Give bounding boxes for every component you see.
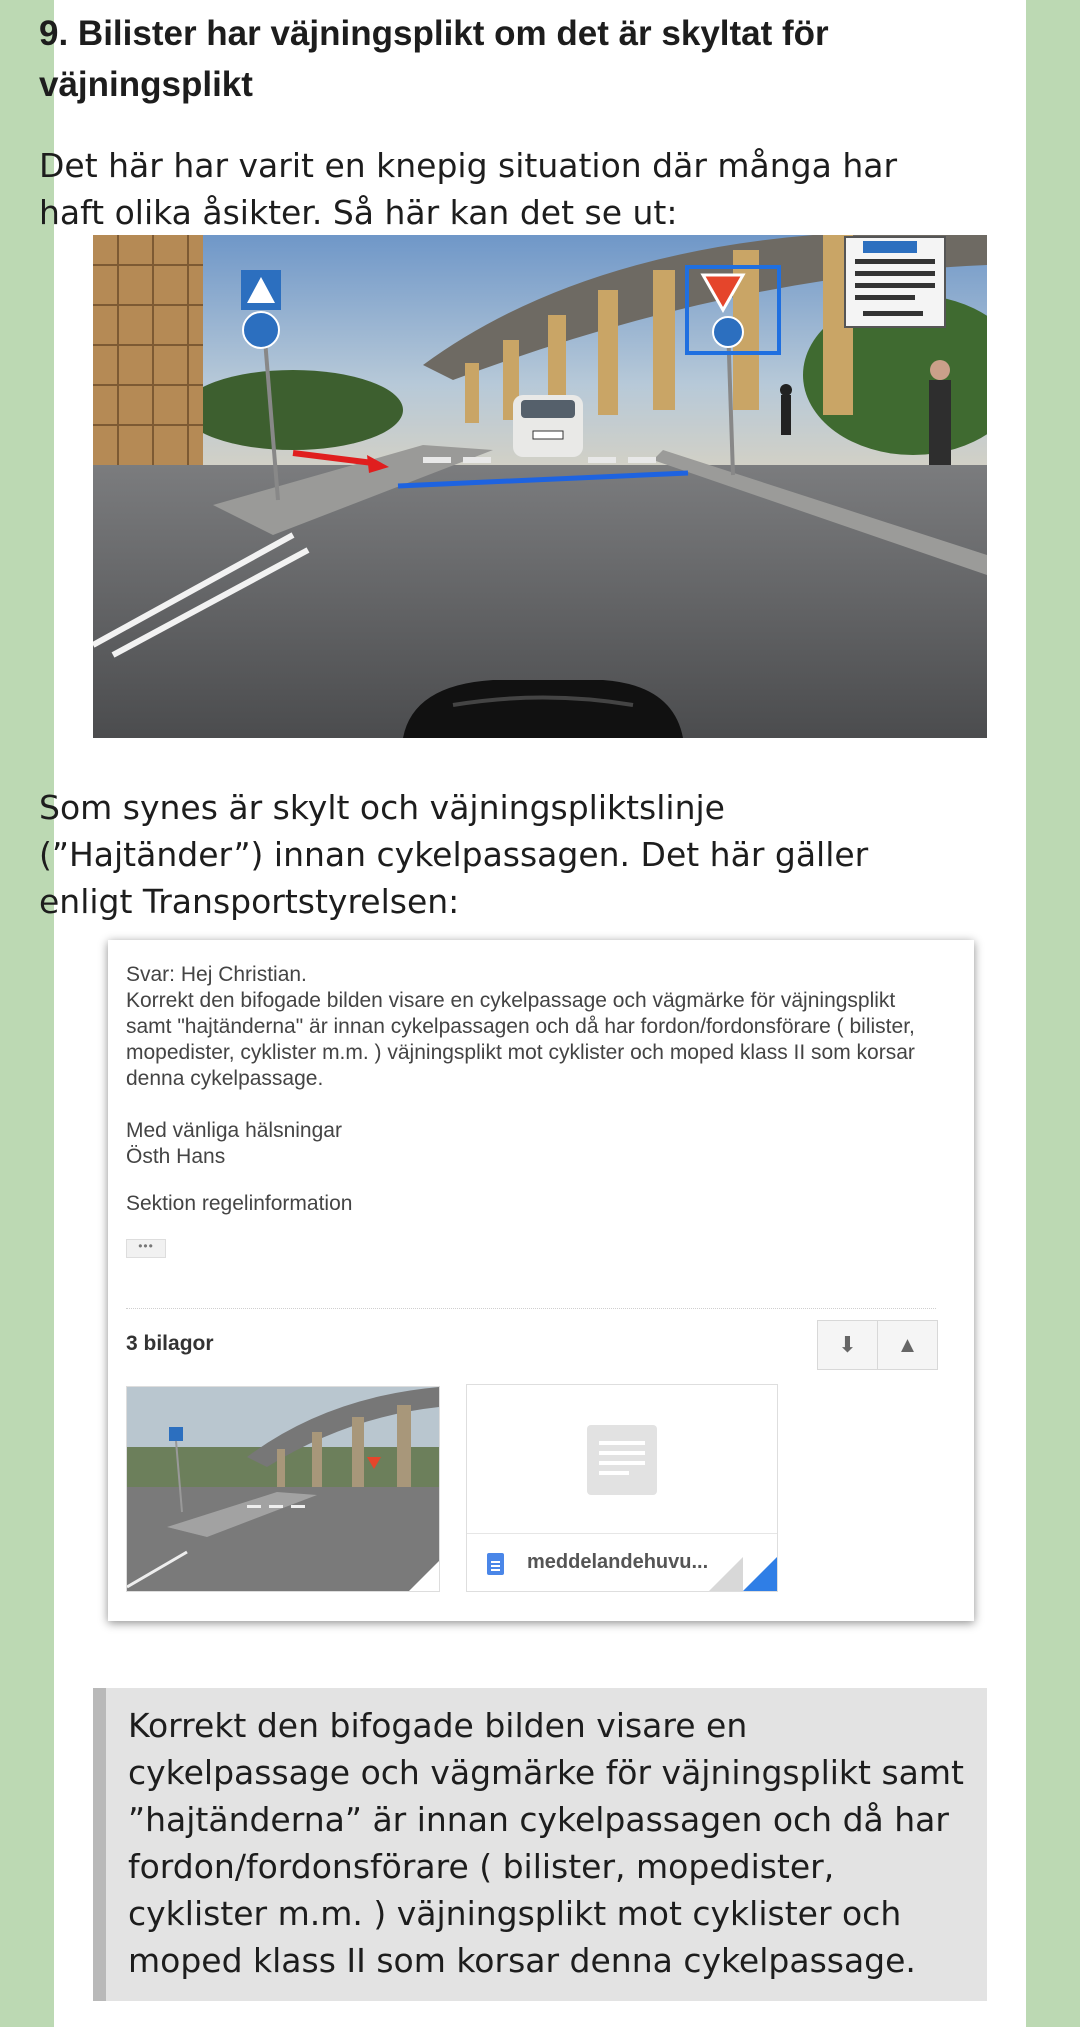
show-trimmed-content-button[interactable]: •••: [126, 1239, 166, 1258]
email-section-signature: Sektion regelinformation: [126, 1192, 353, 1215]
intro-paragraph: Det här har varit en knepig situation dä…: [39, 146, 898, 232]
document-icon: [587, 1425, 657, 1495]
road-photo-illustration: [93, 235, 987, 738]
google-doc-icon: [487, 1553, 504, 1575]
email-screenshot: Svar: Hej Christian. Korrekt den bifogad…: [108, 940, 974, 1621]
attachment-file-name: meddelandehuvu...: [527, 1551, 709, 1573]
email-body: Svar: Hej Christian. Korrekt den bifogad…: [126, 963, 915, 1168]
explanation-paragraph: Som synes är skylt och väjningspliktslin…: [39, 788, 869, 921]
download-icon[interactable]: ⬇: [818, 1321, 877, 1369]
attachment-file-card[interactable]: meddelandehuvu...: [466, 1384, 778, 1592]
attachment-actions: ⬇ ▲: [817, 1320, 938, 1370]
quote-text: Korrekt den bifogade bilden visare en cy…: [128, 1706, 964, 1980]
road-photo[interactable]: [93, 235, 987, 738]
attachments-divider: [126, 1308, 936, 1309]
file-fold-blue: [743, 1557, 777, 1591]
file-preview: [467, 1385, 777, 1534]
quote-block: Korrekt den bifogade bilden visare en cy…: [93, 1688, 987, 2001]
section-heading: 9. Bilister har väjningsplikt om det är …: [39, 14, 829, 104]
thumbnail-photo: [127, 1387, 439, 1591]
thumbnail-fold: [409, 1561, 439, 1591]
drive-icon[interactable]: ▲: [877, 1321, 937, 1369]
attachments-count: 3 bilagor: [126, 1332, 214, 1355]
file-fold-grey: [709, 1557, 743, 1591]
attachment-thumbnail-image[interactable]: [126, 1386, 440, 1592]
